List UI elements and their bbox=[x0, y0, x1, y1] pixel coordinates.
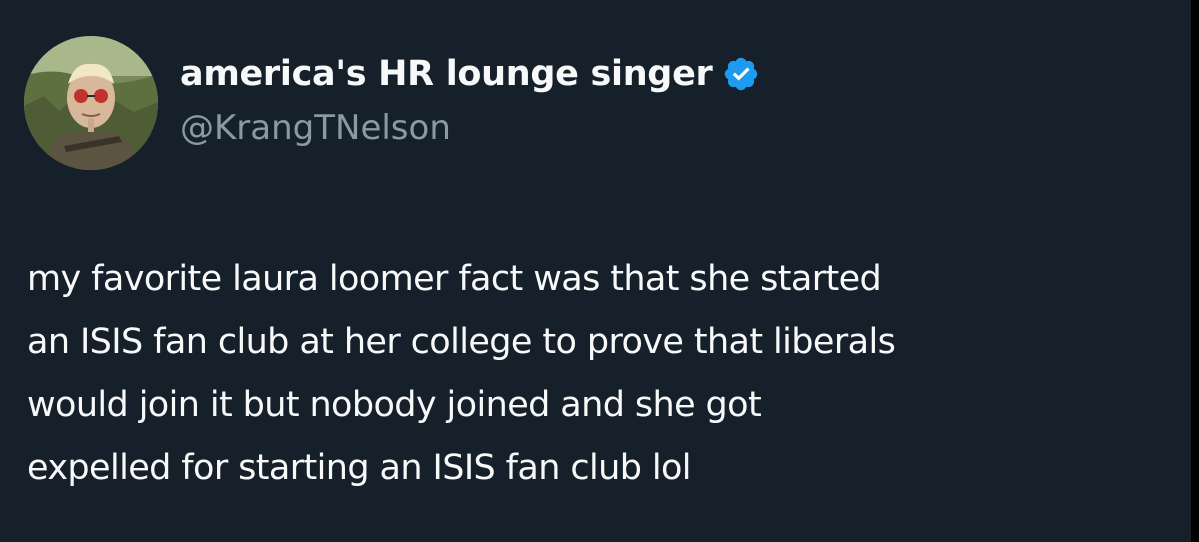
avatar-image bbox=[24, 36, 158, 170]
tweet-text-line: an ISIS fan club at her college to prove… bbox=[27, 322, 896, 362]
avatar[interactable] bbox=[24, 36, 158, 170]
tweet-card: america's HR lounge singer @KrangTNelson… bbox=[0, 0, 1199, 542]
display-name[interactable]: america's HR lounge singer bbox=[180, 54, 713, 94]
author-name-row: america's HR lounge singer bbox=[180, 50, 760, 98]
tweet-text-line: expelled for starting an ISIS fan club l… bbox=[27, 448, 692, 488]
tweet-text-line: would join it but nobody joined and she … bbox=[27, 385, 762, 425]
tweet-text: my favorite laura loomer fact was that s… bbox=[27, 248, 1177, 500]
verified-badge-icon[interactable] bbox=[722, 55, 760, 93]
screen-edge bbox=[1191, 0, 1199, 542]
author-handle[interactable]: @KrangTNelson bbox=[180, 108, 451, 148]
tweet-text-line: my favorite laura loomer fact was that s… bbox=[27, 259, 882, 299]
